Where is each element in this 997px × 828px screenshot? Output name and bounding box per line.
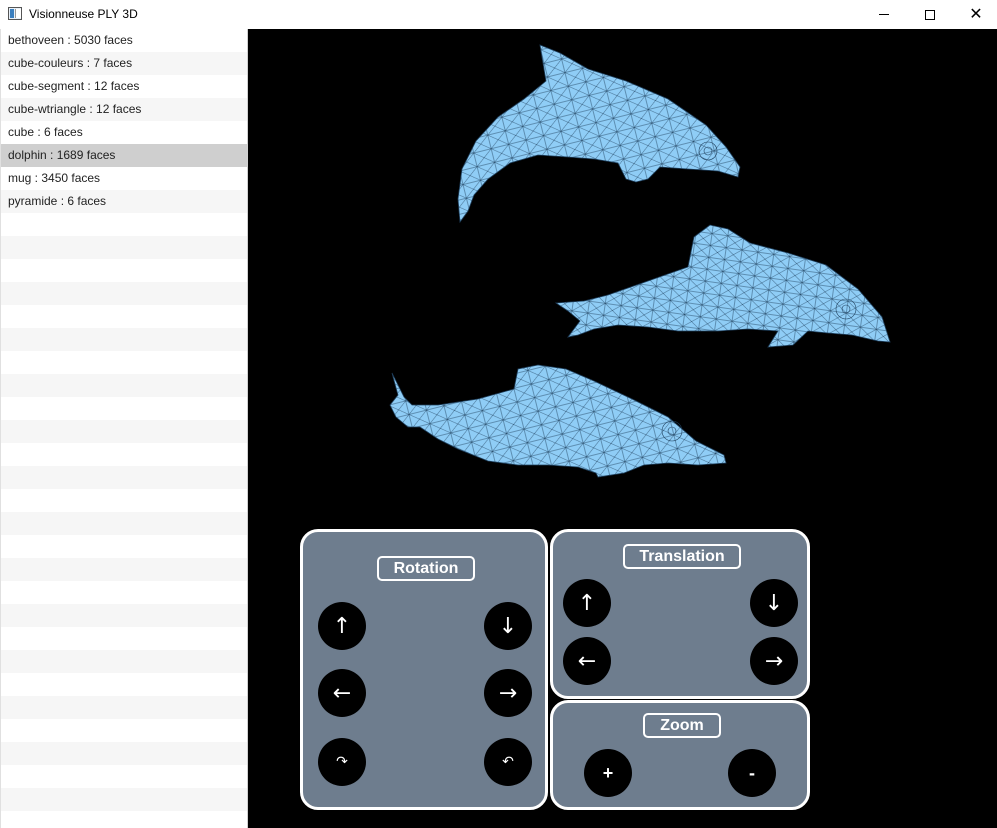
empty-list-row <box>1 535 247 558</box>
translate-up-button[interactable]: ↑ <box>563 579 611 627</box>
empty-list-row <box>1 282 247 305</box>
rotate-up-button[interactable]: ↑ <box>318 602 366 650</box>
3d-viewport[interactable]: Rotation ↑ ↓ ← → ↷ ↶ Translation ↑ ↓ ← →… <box>248 29 997 828</box>
list-item[interactable]: cube : 6 faces <box>1 121 247 144</box>
empty-list-row <box>1 443 247 466</box>
empty-list-row <box>1 489 247 512</box>
rotate-ccw-icon: ↶ <box>502 754 514 770</box>
empty-list-row <box>1 558 247 581</box>
empty-list-row <box>1 742 247 765</box>
arrow-up-icon: ↑ <box>332 613 352 639</box>
empty-list-row <box>1 719 247 742</box>
app-icon <box>8 7 22 20</box>
arrow-left-icon: ← <box>332 680 352 706</box>
empty-list-row <box>1 581 247 604</box>
rotate-clockwise-button[interactable]: ↷ <box>318 738 366 786</box>
list-item[interactable]: dolphin : 1689 faces <box>1 144 247 167</box>
minimize-icon <box>879 14 889 15</box>
empty-list-row <box>1 788 247 811</box>
model-list[interactable]: bethoveen : 5030 faces cube-couleurs : 7 … <box>0 29 248 828</box>
list-item[interactable]: cube-wtriangle : 12 faces <box>1 98 247 121</box>
empty-list-row <box>1 351 247 374</box>
window-title: Visionneuse PLY 3D <box>29 7 138 21</box>
empty-list-row <box>1 420 247 443</box>
arrow-right-icon: → <box>498 680 518 706</box>
rotation-panel: Rotation ↑ ↓ ← → ↷ ↶ <box>300 529 548 810</box>
translation-title: Translation <box>623 544 741 569</box>
dolphin-model-bottom <box>389 364 727 478</box>
arrow-left-icon: ← <box>577 648 597 674</box>
rotate-counterclockwise-button[interactable]: ↶ <box>484 738 532 786</box>
rotate-down-button[interactable]: ↓ <box>484 602 532 650</box>
maximize-icon <box>925 9 935 20</box>
empty-list-row <box>1 512 247 535</box>
list-item[interactable]: pyramide : 6 faces <box>1 190 247 213</box>
rotate-cw-icon: ↷ <box>336 754 348 770</box>
empty-list-row <box>1 259 247 282</box>
maximize-button[interactable] <box>907 0 953 29</box>
app-window: Visionneuse PLY 3D ✕ bethoveen : 5030 fa… <box>0 0 997 828</box>
empty-list-row <box>1 765 247 788</box>
minus-icon: - <box>749 762 755 783</box>
zoom-title: Zoom <box>643 713 721 738</box>
empty-list-row <box>1 696 247 719</box>
empty-list-row <box>1 650 247 673</box>
zoom-panel: Zoom + - <box>550 700 810 810</box>
translate-down-button[interactable]: ↓ <box>750 579 798 627</box>
empty-list-row <box>1 627 247 650</box>
empty-list-row <box>1 213 247 236</box>
rotate-right-button[interactable]: → <box>484 669 532 717</box>
plus-icon: + <box>602 762 614 783</box>
arrow-right-icon: → <box>764 648 784 674</box>
empty-list-row <box>1 305 247 328</box>
rotation-title: Rotation <box>377 556 475 581</box>
empty-list-row <box>1 374 247 397</box>
empty-list-row <box>1 811 247 828</box>
zoom-in-button[interactable]: + <box>584 749 632 797</box>
arrow-up-icon: ↑ <box>577 590 597 616</box>
list-item[interactable]: cube-segment : 12 faces <box>1 75 247 98</box>
arrow-down-icon: ↓ <box>498 613 518 639</box>
empty-list-row <box>1 397 247 420</box>
list-item[interactable]: cube-couleurs : 7 faces <box>1 52 247 75</box>
empty-list-row <box>1 466 247 489</box>
arrow-down-icon: ↓ <box>764 590 784 616</box>
dolphin-model-top <box>457 44 741 224</box>
close-icon: ✕ <box>969 5 983 23</box>
translate-left-button[interactable]: ← <box>563 637 611 685</box>
translation-panel: Translation ↑ ↓ ← → <box>550 529 810 699</box>
empty-list-row <box>1 328 247 351</box>
minimize-button[interactable] <box>861 0 907 29</box>
empty-list-row <box>1 236 247 259</box>
translate-right-button[interactable]: → <box>750 637 798 685</box>
zoom-out-button[interactable]: - <box>728 749 776 797</box>
empty-list-row <box>1 604 247 627</box>
close-button[interactable]: ✕ <box>953 0 997 29</box>
rotate-left-button[interactable]: ← <box>318 669 366 717</box>
empty-list-row <box>1 673 247 696</box>
dolphin-model-middle <box>554 224 891 348</box>
list-item[interactable]: bethoveen : 5030 faces <box>1 29 247 52</box>
list-item[interactable]: mug : 3450 faces <box>1 167 247 190</box>
title-bar: Visionneuse PLY 3D ✕ <box>0 0 997 29</box>
